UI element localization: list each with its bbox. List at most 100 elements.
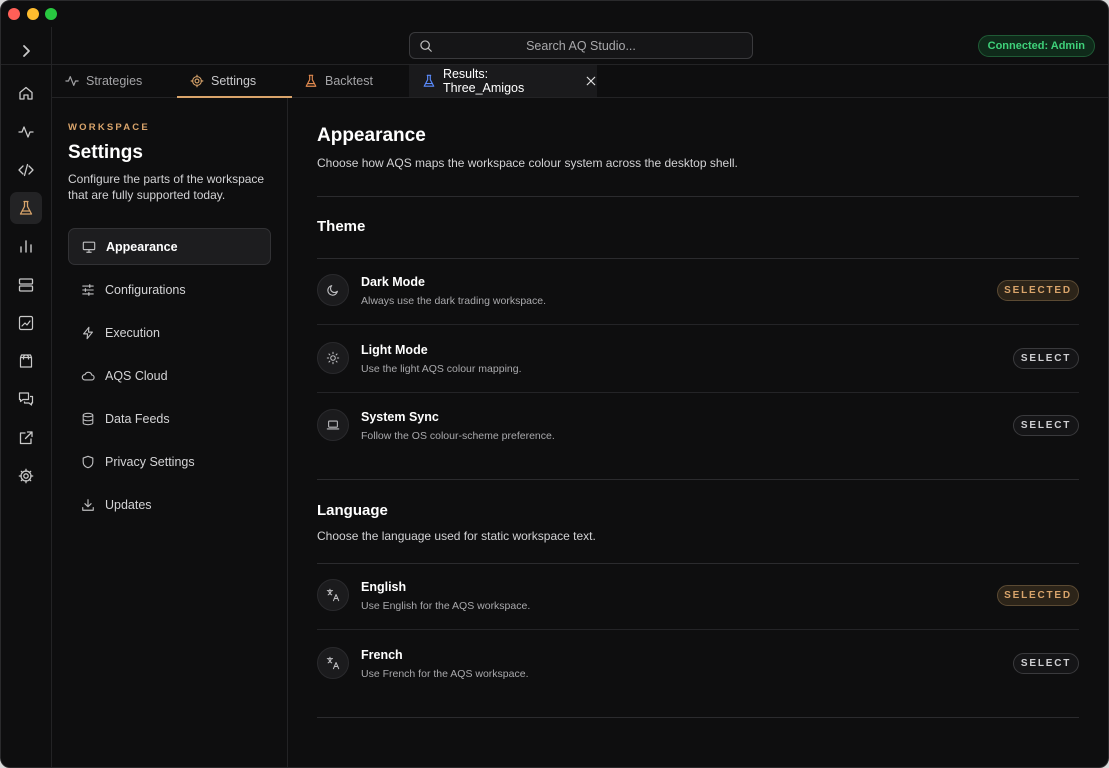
- appearance-panel: Appearance Choose how AQS maps the works…: [317, 98, 1079, 767]
- settings-sidebar: WORKSPACE Settings Configure the parts o…: [52, 98, 288, 767]
- laptop-icon: [326, 420, 340, 430]
- server-icon: [18, 278, 34, 292]
- minimize-window-button[interactable]: [27, 8, 39, 20]
- option-description: Use the light AQS colour mapping.: [361, 363, 522, 375]
- app-window: Search AQ Studio... Connected: Admin Str…: [0, 0, 1109, 768]
- language-description: Choose the language used for static work…: [317, 529, 596, 543]
- language-option-english: English Use English for the AQS workspac…: [317, 563, 1079, 630]
- rail-divider: [1, 64, 51, 65]
- search-placeholder: Search AQ Studio...: [526, 38, 636, 53]
- sidebar-item-data-feeds[interactable]: Data Feeds: [68, 400, 271, 437]
- sun-icon: [326, 351, 340, 365]
- language-heading: Language: [317, 502, 388, 519]
- activity-icon: [65, 76, 79, 86]
- option-icon-wrap: [317, 409, 349, 441]
- messages-icon: [18, 392, 34, 406]
- theme-option-system-sync: System Sync Follow the OS colour-scheme …: [317, 393, 1079, 460]
- light-mode-select-button[interactable]: SELECT: [1013, 348, 1079, 369]
- flask-icon: [305, 74, 317, 87]
- sidebar-item-configurations[interactable]: Configurations: [68, 271, 271, 308]
- rail-messages-button[interactable]: [10, 383, 42, 415]
- sliders-icon: [82, 283, 94, 296]
- connection-status-badge: Connected: Admin: [977, 35, 1095, 57]
- sidebar-toggle-button[interactable]: [10, 35, 42, 67]
- divider: [317, 717, 1079, 718]
- database-icon: [82, 412, 94, 425]
- tab-backtest[interactable]: Backtest: [304, 65, 373, 97]
- sidebar-item-aqs-cloud[interactable]: AQS Cloud: [68, 357, 271, 394]
- rail-activity-button[interactable]: [10, 116, 42, 148]
- line-chart-icon: [18, 315, 34, 331]
- rail-code-button[interactable]: [10, 154, 42, 186]
- chevron-right-icon: [23, 45, 30, 57]
- flask-icon: [423, 74, 435, 87]
- tab-results-three-amigos[interactable]: Results: Three_Amigos: [409, 65, 597, 97]
- search-icon: [420, 40, 432, 52]
- english-selected-button[interactable]: SELECTED: [997, 585, 1079, 606]
- rail-analytics-button[interactable]: [10, 230, 42, 262]
- sidebar-item-label: Updates: [105, 497, 152, 512]
- moon-icon: [327, 285, 338, 296]
- row-divider: [317, 629, 1079, 630]
- option-description: Use English for the AQS workspace.: [361, 600, 531, 612]
- external-link-icon: [19, 431, 33, 445]
- section-eyebrow: WORKSPACE: [68, 122, 150, 133]
- top-bar: Search AQ Studio... Connected: Admin: [52, 27, 1108, 65]
- shield-icon: [82, 455, 94, 468]
- sidebar-item-label: Privacy Settings: [105, 454, 195, 469]
- option-title: English: [361, 580, 407, 594]
- code-icon: [18, 163, 34, 177]
- tab-label: Strategies: [86, 74, 143, 88]
- tab-label: Backtest: [325, 74, 373, 88]
- translate-icon: [326, 656, 340, 670]
- rail-servers-button[interactable]: [10, 269, 42, 301]
- system-sync-select-button[interactable]: SELECT: [1013, 415, 1079, 436]
- option-icon-wrap: [317, 342, 349, 374]
- download-icon: [82, 498, 94, 511]
- search-input[interactable]: Search AQ Studio...: [409, 32, 753, 59]
- sidebar-item-execution[interactable]: Execution: [68, 314, 271, 351]
- close-icon[interactable]: [585, 75, 597, 87]
- option-icon-wrap: [317, 274, 349, 306]
- theme-heading: Theme: [317, 218, 366, 235]
- option-title: System Sync: [361, 410, 439, 424]
- tab-settings[interactable]: Settings: [176, 65, 293, 98]
- page-title: Appearance: [317, 125, 426, 146]
- title-bar: [1, 1, 1108, 27]
- rail-performance-button[interactable]: [10, 307, 42, 339]
- close-window-button[interactable]: [8, 8, 20, 20]
- sidebar-item-label: Configurations: [105, 282, 186, 297]
- row-divider: [317, 324, 1079, 325]
- dark-mode-selected-button[interactable]: SELECTED: [997, 280, 1079, 301]
- rail-marketplace-button[interactable]: [10, 345, 42, 377]
- sidebar-item-label: Execution: [105, 325, 160, 340]
- option-title: French: [361, 648, 403, 662]
- bar-chart-icon: [20, 240, 32, 253]
- maximize-window-button[interactable]: [45, 8, 57, 20]
- tab-strategies[interactable]: Strategies: [65, 65, 142, 97]
- sidebar-item-updates[interactable]: Updates: [68, 486, 271, 523]
- rail-backtest-button[interactable]: [10, 192, 42, 224]
- translate-icon: [326, 588, 340, 602]
- tab-label: Results: Three_Amigos: [442, 67, 525, 95]
- page-subtitle: Choose how AQS maps the workspace colour…: [317, 156, 738, 170]
- french-select-button[interactable]: SELECT: [1013, 653, 1079, 674]
- gear-icon: [190, 74, 204, 88]
- gear-icon: [18, 468, 34, 484]
- rail-home-button[interactable]: [10, 77, 42, 109]
- sidebar-item-appearance[interactable]: Appearance: [68, 228, 271, 265]
- cloud-icon: [81, 371, 95, 381]
- activity-icon: [18, 126, 34, 138]
- rail-settings-button[interactable]: [10, 460, 42, 492]
- monitor-icon: [82, 241, 96, 253]
- option-description: Follow the OS colour-scheme preference.: [361, 430, 555, 442]
- option-icon-wrap: [317, 579, 349, 611]
- tab-bar: Strategies Settings Backtest Results: Th…: [52, 65, 1108, 98]
- option-title: Light Mode: [361, 343, 428, 357]
- theme-option-dark-mode: Dark Mode Always use the dark trading wo…: [317, 258, 1079, 325]
- sidebar-item-privacy-settings[interactable]: Privacy Settings: [68, 443, 271, 480]
- rail-external-link-button[interactable]: [10, 422, 42, 454]
- bolt-icon: [83, 326, 93, 339]
- settings-description: Configure the parts of the workspace tha…: [68, 172, 265, 202]
- language-option-french: French Use French for the AQS workspace.…: [317, 631, 1079, 698]
